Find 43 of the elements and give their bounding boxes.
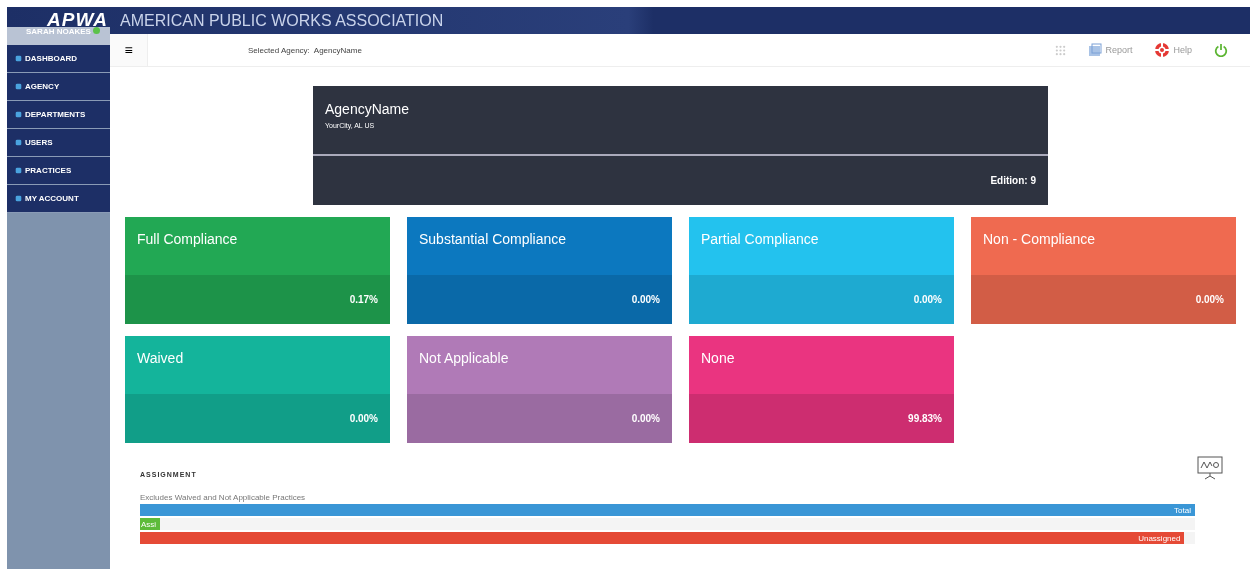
agency-name: AgencyName bbox=[325, 101, 411, 117]
power-icon bbox=[1214, 43, 1228, 57]
card-value: 0.17% bbox=[125, 275, 390, 324]
menu-item-icon bbox=[15, 167, 22, 174]
card-value: 0.00% bbox=[407, 394, 672, 443]
selected-agency-text: Selected Agency: AgencyName bbox=[248, 45, 363, 55]
card-title: Substantial Compliance bbox=[418, 230, 568, 249]
edition-label: Edition: 9 bbox=[990, 175, 1036, 186]
menu-item-icon bbox=[15, 111, 22, 118]
card-title: Partial Compliance bbox=[700, 230, 820, 249]
sidebar-item[interactable]: USERS bbox=[7, 129, 110, 157]
menu-item-icon bbox=[15, 55, 22, 62]
grid-icon bbox=[1055, 44, 1067, 56]
card-title: Waived bbox=[136, 349, 185, 368]
power-button[interactable] bbox=[1214, 43, 1228, 57]
sidebar-item[interactable]: DASHBOARD bbox=[7, 45, 110, 73]
sidebar-item[interactable]: DEPARTMENTS bbox=[7, 101, 110, 129]
card-value: 0.00% bbox=[971, 275, 1236, 324]
user-name: SARAH NOAKES bbox=[26, 27, 91, 36]
note-text: Excludes Waived and Not Applicable Practices bbox=[140, 493, 307, 502]
card-value: 99.83% bbox=[689, 394, 954, 443]
bar-fill: Unassigned bbox=[140, 532, 1185, 544]
card-value: 0.00% bbox=[407, 275, 672, 324]
card-title: Full Compliance bbox=[136, 230, 239, 249]
menu-item-icon bbox=[15, 83, 22, 90]
sidebar-item[interactable]: MY ACCOUNT bbox=[7, 185, 110, 213]
menu-item-icon bbox=[15, 139, 22, 146]
document-icon bbox=[1088, 43, 1103, 57]
presentation-board-icon bbox=[1197, 456, 1223, 480]
lifebuoy-icon bbox=[1154, 42, 1171, 58]
menu-item-icon bbox=[15, 195, 22, 202]
card-title: Not Applicable bbox=[418, 349, 510, 368]
bar-fill: Total bbox=[140, 504, 1195, 516]
bar-fill: Assi bbox=[140, 518, 161, 530]
card-value: 0.00% bbox=[125, 394, 390, 443]
sidebar-item[interactable]: PRACTICES bbox=[7, 157, 110, 185]
card-value: 0.00% bbox=[689, 275, 954, 324]
card-title: None bbox=[700, 349, 736, 368]
card-title: Non - Compliance bbox=[982, 230, 1097, 249]
sidebar-item[interactable]: AGENCY bbox=[7, 73, 110, 101]
menu-button[interactable]: ≡ bbox=[110, 34, 148, 66]
grid-button[interactable] bbox=[1055, 44, 1067, 56]
header-title: AMERICAN PUBLIC WORKS ASSOCIATION bbox=[120, 11, 444, 30]
